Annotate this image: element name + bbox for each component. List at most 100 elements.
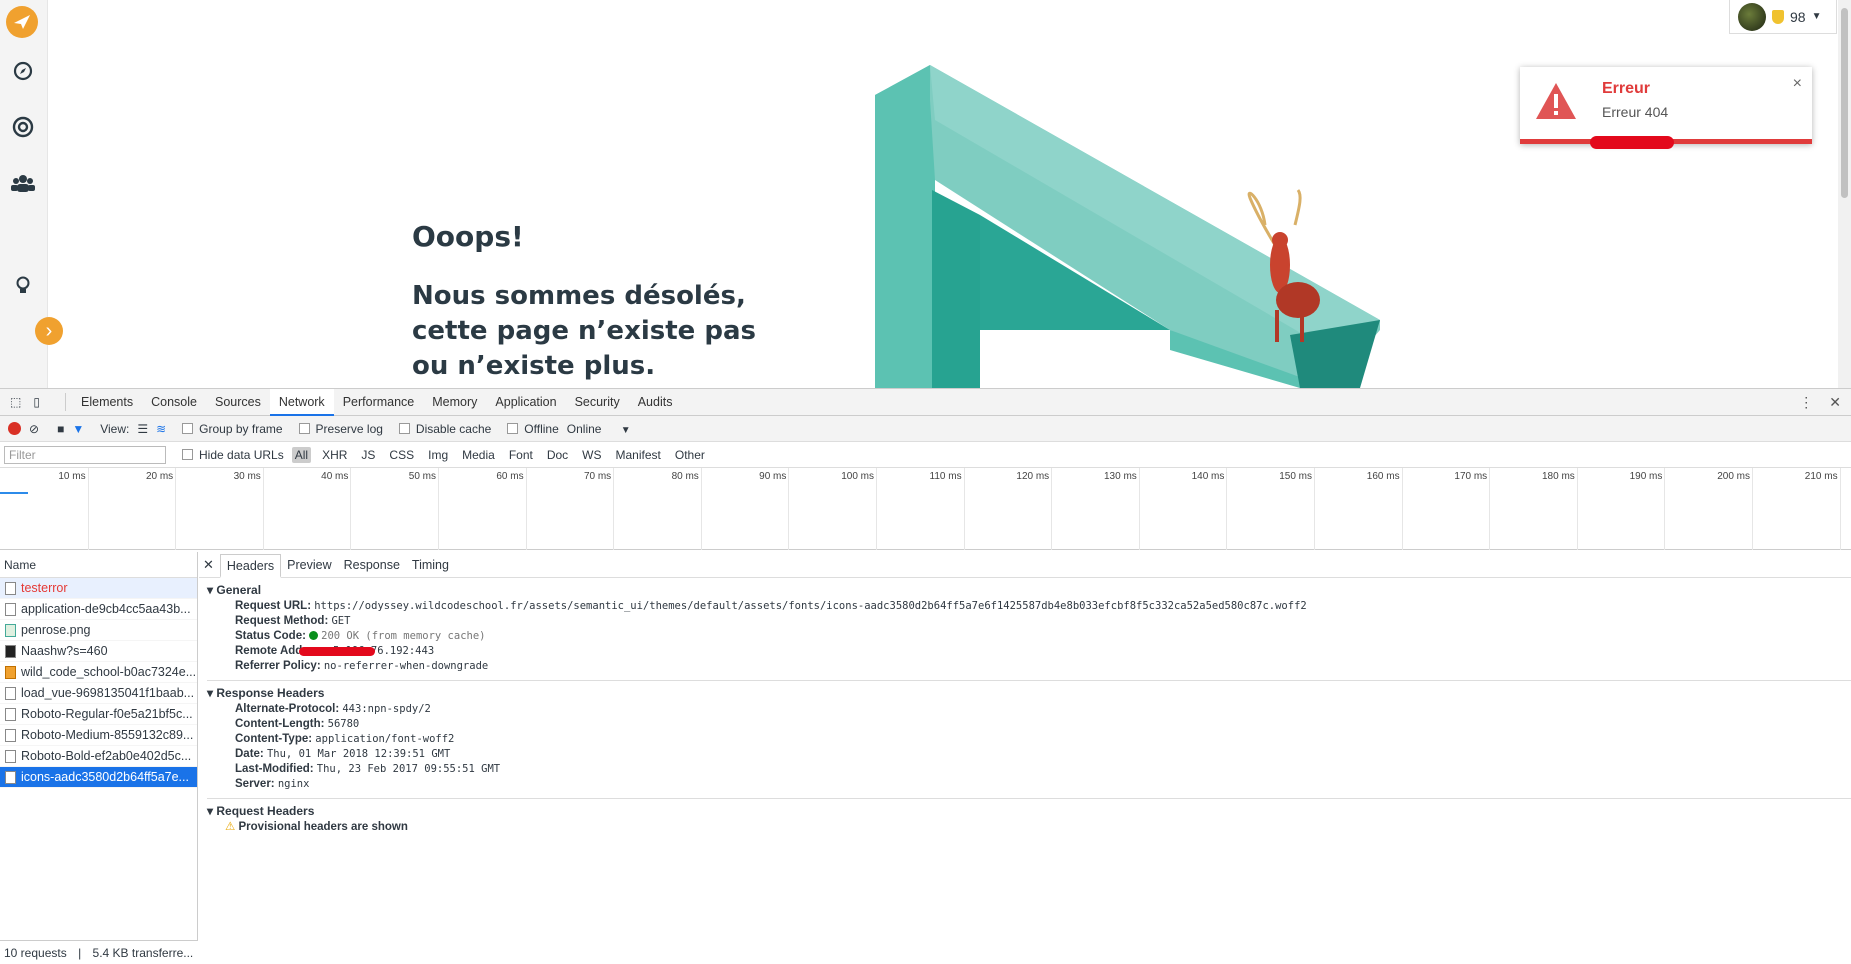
timeline-tick: 130 ms	[1104, 468, 1140, 550]
preserve-log-checkbox[interactable]: Preserve log	[298, 421, 383, 436]
request-row[interactable]: icons-aadc3580d2b64ff5a7e...	[0, 767, 197, 788]
header-value: Thu, 23 Feb 2017 09:55:51 GMT	[316, 763, 501, 775]
request-row[interactable]: Roboto-Regular-f0e5a21bf5c...	[0, 704, 197, 725]
header-value: 56780	[327, 718, 360, 730]
lightbulb-icon[interactable]	[10, 273, 36, 299]
page-scrollbar[interactable]	[1838, 0, 1851, 388]
device-toolbar-icon[interactable]: ▯	[33, 395, 40, 409]
document-icon	[5, 581, 16, 595]
tab-console[interactable]: Console	[142, 389, 206, 416]
tab-memory[interactable]: Memory	[423, 389, 486, 416]
header-key: Date:	[235, 748, 264, 760]
timeline-tick-label: 110 ms	[929, 471, 962, 482]
users-icon[interactable]	[10, 170, 36, 196]
request-row[interactable]: load_vue-9698135041f1baab...	[0, 683, 197, 704]
header-value: GET	[331, 615, 351, 627]
type-filter-all[interactable]: All	[291, 446, 312, 463]
request-row[interactable]: Roboto-Bold-ef2ab0e402d5c...	[0, 746, 197, 767]
details-tabbar: ✕ Headers Preview Response Timing	[199, 552, 1851, 578]
offline-checkbox[interactable]: Offline	[507, 422, 559, 436]
header-row: Content-Length: 56780	[207, 717, 1851, 732]
type-filter-other[interactable]: Other	[672, 447, 708, 463]
tab-security[interactable]: Security	[566, 389, 629, 416]
screenshot-icon[interactable]: ■	[57, 422, 64, 436]
type-filter-doc[interactable]: Doc	[544, 447, 571, 463]
image-icon	[5, 623, 16, 637]
avatar[interactable]	[1738, 2, 1766, 31]
timeline-tick-label: 200 ms	[1717, 471, 1750, 482]
chevron-down-icon[interactable]: ▼	[1812, 11, 1822, 22]
tab-sources[interactable]: Sources	[206, 389, 270, 416]
header-row: Status Code: 200 OK (from memory cache)	[207, 629, 1851, 644]
timeline-tick: 110 ms	[930, 468, 965, 550]
clear-icon[interactable]: ⊘	[29, 422, 39, 436]
request-row[interactable]: testerror	[0, 578, 197, 599]
user-menu[interactable]: 98 ▼	[1729, 0, 1837, 34]
filter-icon[interactable]: ▼	[72, 422, 84, 436]
request-row[interactable]: Roboto-Medium-8559132c89...	[0, 725, 197, 746]
inspect-icon[interactable]: ⬚	[10, 395, 21, 409]
request-row[interactable]: Naashw?s=460	[0, 641, 197, 662]
type-filter-manifest[interactable]: Manifest	[613, 447, 664, 463]
hide-data-urls-checkbox[interactable]: Hide data URLs	[182, 448, 284, 462]
redaction-mark	[299, 647, 375, 656]
disable-cache-checkbox[interactable]: Disable cache	[398, 422, 491, 436]
section-header[interactable]: ▾ General	[207, 583, 1851, 597]
timeline-tick-label: 10 ms	[58, 471, 86, 482]
tab-network[interactable]: Network	[269, 388, 334, 416]
type-filter-js[interactable]: JS	[358, 447, 378, 463]
warning-icon: ⚠	[225, 821, 236, 833]
error-message: Ooops! Nous sommes désolés, cette page n…	[412, 220, 772, 384]
close-icon[interactable]: ×	[1793, 75, 1802, 93]
header-value: nginx	[277, 778, 310, 790]
list-view-icon[interactable]: ☰	[137, 422, 148, 436]
section-header[interactable]: ▾ Response Headers	[207, 686, 1851, 700]
tab-application[interactable]: Application	[486, 389, 565, 416]
timeline-bar	[0, 492, 28, 494]
section-header[interactable]: ▾ Request Headers	[207, 804, 1851, 818]
type-filter-css[interactable]: CSS	[386, 447, 417, 463]
type-filter-font[interactable]: Font	[506, 447, 536, 463]
header-row: Request URL: https://odyssey.wildcodesch…	[207, 599, 1851, 614]
scrollbar-thumb[interactable]	[1841, 8, 1848, 198]
name-column-header[interactable]: Name	[0, 552, 197, 578]
tab-response[interactable]: Response	[338, 552, 406, 578]
type-filter-ws[interactable]: WS	[579, 447, 604, 463]
lifebuoy-icon[interactable]	[10, 114, 36, 140]
group-by-frame-checkbox[interactable]: Group by frame	[182, 421, 283, 436]
close-icon[interactable]: ✕	[203, 557, 214, 573]
preserve-log-label: Preserve log	[315, 421, 383, 436]
tab-audits[interactable]: Audits	[629, 389, 682, 416]
tab-timing[interactable]: Timing	[406, 552, 455, 578]
expand-sidebar-button[interactable]: ›	[35, 317, 63, 345]
app-logo[interactable]	[6, 6, 38, 38]
timeline-tick-label: 120 ms	[1016, 471, 1050, 482]
tab-performance[interactable]: Performance	[334, 389, 424, 416]
type-filter-xhr[interactable]: XHR	[319, 447, 350, 463]
penrose-illustration	[875, 65, 1380, 388]
timeline-tick: 200 ms	[1717, 468, 1753, 550]
group-by-frame-label: Group by frame	[199, 421, 283, 436]
timeline-tick-label: 100 ms	[841, 471, 874, 482]
tab-elements[interactable]: Elements	[72, 389, 142, 416]
more-options-icon[interactable]: ⋮	[1799, 394, 1813, 411]
tab-preview[interactable]: Preview	[281, 552, 337, 578]
header-value: Thu, 01 Mar 2018 12:39:51 GMT	[266, 748, 451, 760]
request-name: load_vue-9698135041f1baab...	[21, 685, 195, 700]
points-count: 98	[1790, 8, 1806, 25]
tab-headers[interactable]: Headers	[219, 553, 282, 578]
filter-input[interactable]: Filter	[4, 445, 166, 464]
type-filter-media[interactable]: Media	[459, 447, 498, 463]
request-row[interactable]: penrose.png	[0, 620, 197, 641]
close-devtools-icon[interactable]: ✕	[1829, 394, 1841, 411]
waterfall-view-icon[interactable]: ≋	[156, 422, 166, 436]
compass-icon[interactable]	[10, 58, 36, 84]
request-row[interactable]: wild_code_school-b0ac7324e...	[0, 662, 197, 683]
timeline-tick-label: 40 ms	[321, 471, 349, 482]
throttle-select[interactable]: Online ▼	[567, 422, 631, 436]
record-icon[interactable]	[8, 422, 21, 435]
request-name: testerror	[21, 580, 68, 595]
request-row[interactable]: application-de9cb4cc5aa43b...	[0, 599, 197, 620]
network-timeline[interactable]: 10 ms 20 ms 30 ms 40 ms 50 ms 60 ms 70 ms 80 ms…	[0, 468, 1851, 550]
type-filter-img[interactable]: Img	[425, 447, 451, 463]
